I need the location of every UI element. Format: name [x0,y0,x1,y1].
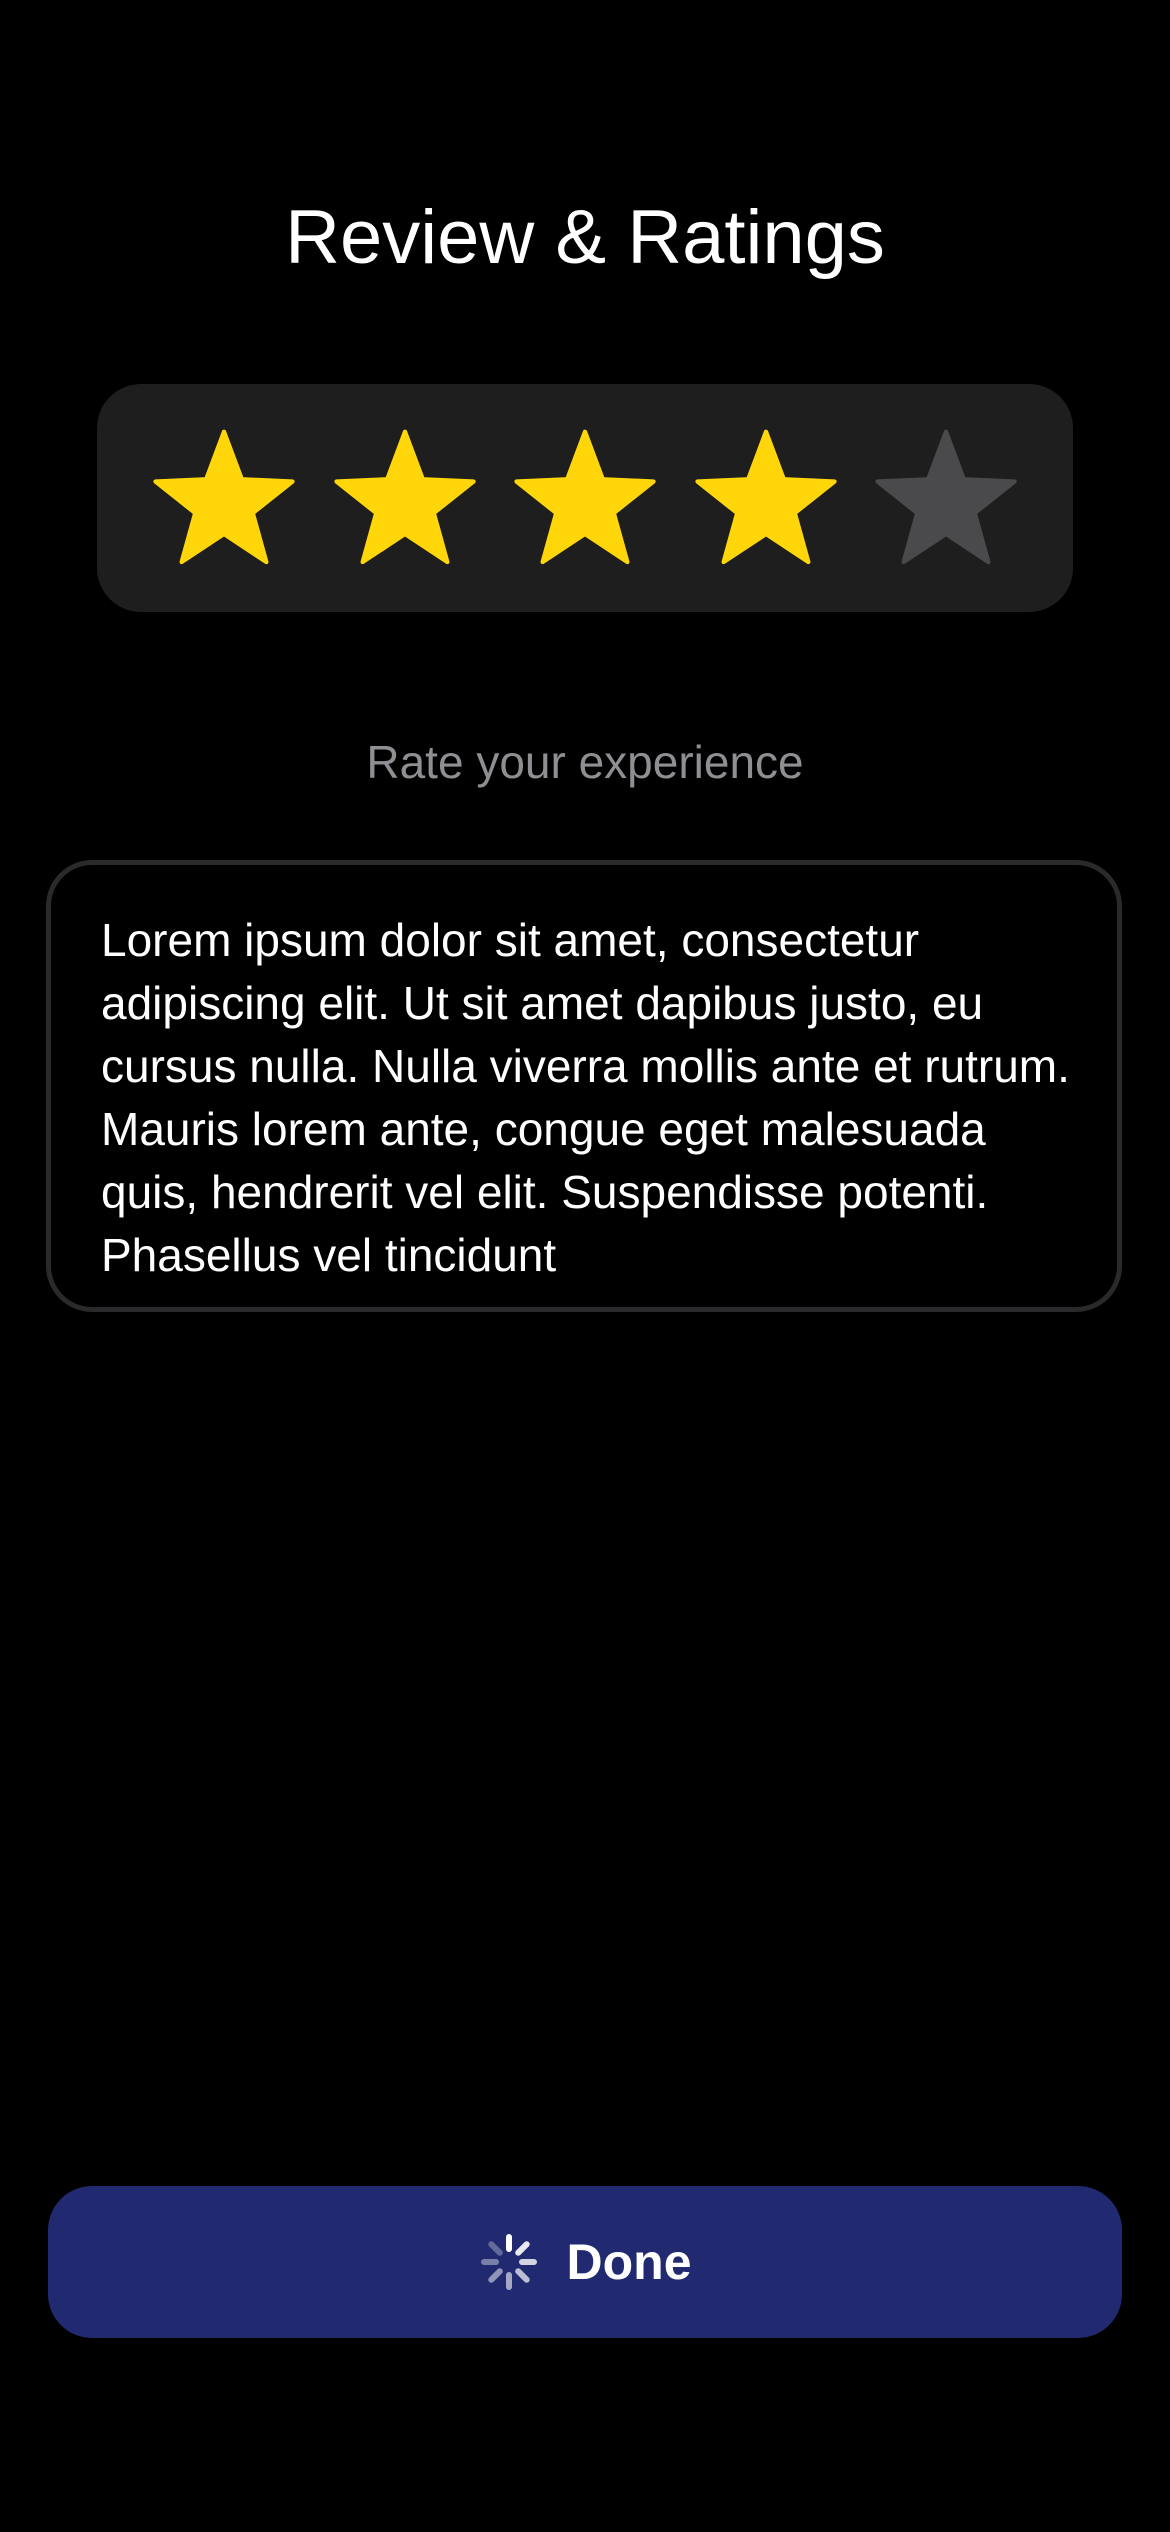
star-5-icon[interactable] [874,426,1018,570]
page-title: Review & Ratings [285,195,885,280]
done-button[interactable]: Done [48,2186,1122,2338]
star-rating [97,384,1073,612]
star-1-icon[interactable] [152,426,296,570]
review-text[interactable]: Lorem ipsum dolor sit amet, consectetur … [101,909,1091,1299]
rating-prompt: Rate your experience [366,736,804,788]
star-4-icon[interactable] [694,426,838,570]
star-3-icon[interactable] [513,426,657,570]
done-button-label: Done [566,2234,692,2290]
star-2-icon[interactable] [333,426,477,570]
review-textarea[interactable]: Lorem ipsum dolor sit amet, consectetur … [46,860,1122,1312]
spinner-icon [479,2232,539,2292]
